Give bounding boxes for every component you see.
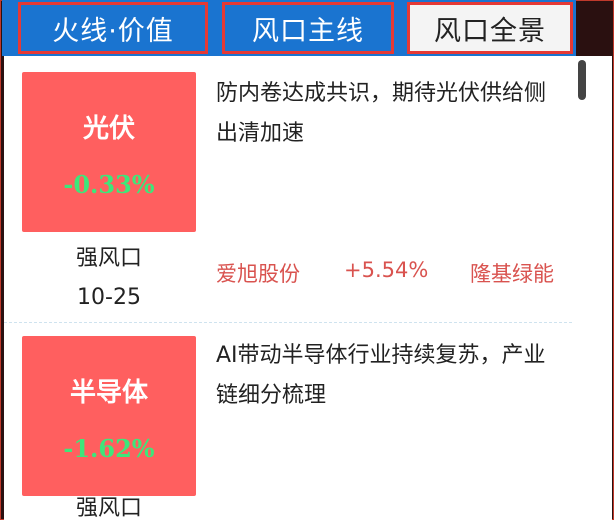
list-item[interactable]: 半导体 -1.62% 强风口 AI带动半导体行业持续复苏，产业链细分梳理 [4,322,572,520]
sector-tile[interactable]: 半导体 -1.62% [22,336,196,496]
stock-link[interactable]: 爱旭股份 [216,258,300,288]
tab-bar: 火线·价值 风口主线 风口全景 [2,0,576,56]
card-list: 光伏 -0.33% 强风口 10-25 防内卷达成共识，期待光伏供给侧出清加速 … [4,56,572,520]
stock-change: +5.54% [344,258,429,282]
sector-name: 半导体 [69,378,148,408]
sector-name: 光伏 [82,114,135,144]
tab-value[interactable]: 火线·价值 [18,2,208,54]
date-label: 10-25 [77,285,141,310]
sector-description: 防内卷达成共识，期待光伏供给侧出清加速 [216,81,547,146]
stock-link[interactable]: 隆基绿能 [470,258,554,288]
sector-tile[interactable]: 光伏 -0.33% [22,72,196,232]
list-item[interactable]: 光伏 -0.33% 强风口 10-25 防内卷达成共识，期待光伏供给侧出清加速 … [4,56,572,323]
sector-change: -1.62% [63,434,155,463]
scrollbar[interactable] [572,56,612,520]
sector-change: -0.33% [63,170,155,199]
strength-label: 强风口 [75,496,142,520]
strength-label: 强风口 [75,246,142,271]
related-stocks: 爱旭股份 +5.54% 隆基绿能 [216,258,568,288]
scrollbar-thumb[interactable] [578,60,586,100]
sector-description: AI带动半导体行业持续复苏，产业链细分梳理 [216,343,546,408]
tab-mainline[interactable]: 风口主线 [222,2,394,54]
tab-panorama[interactable]: 风口全景 [407,2,573,54]
